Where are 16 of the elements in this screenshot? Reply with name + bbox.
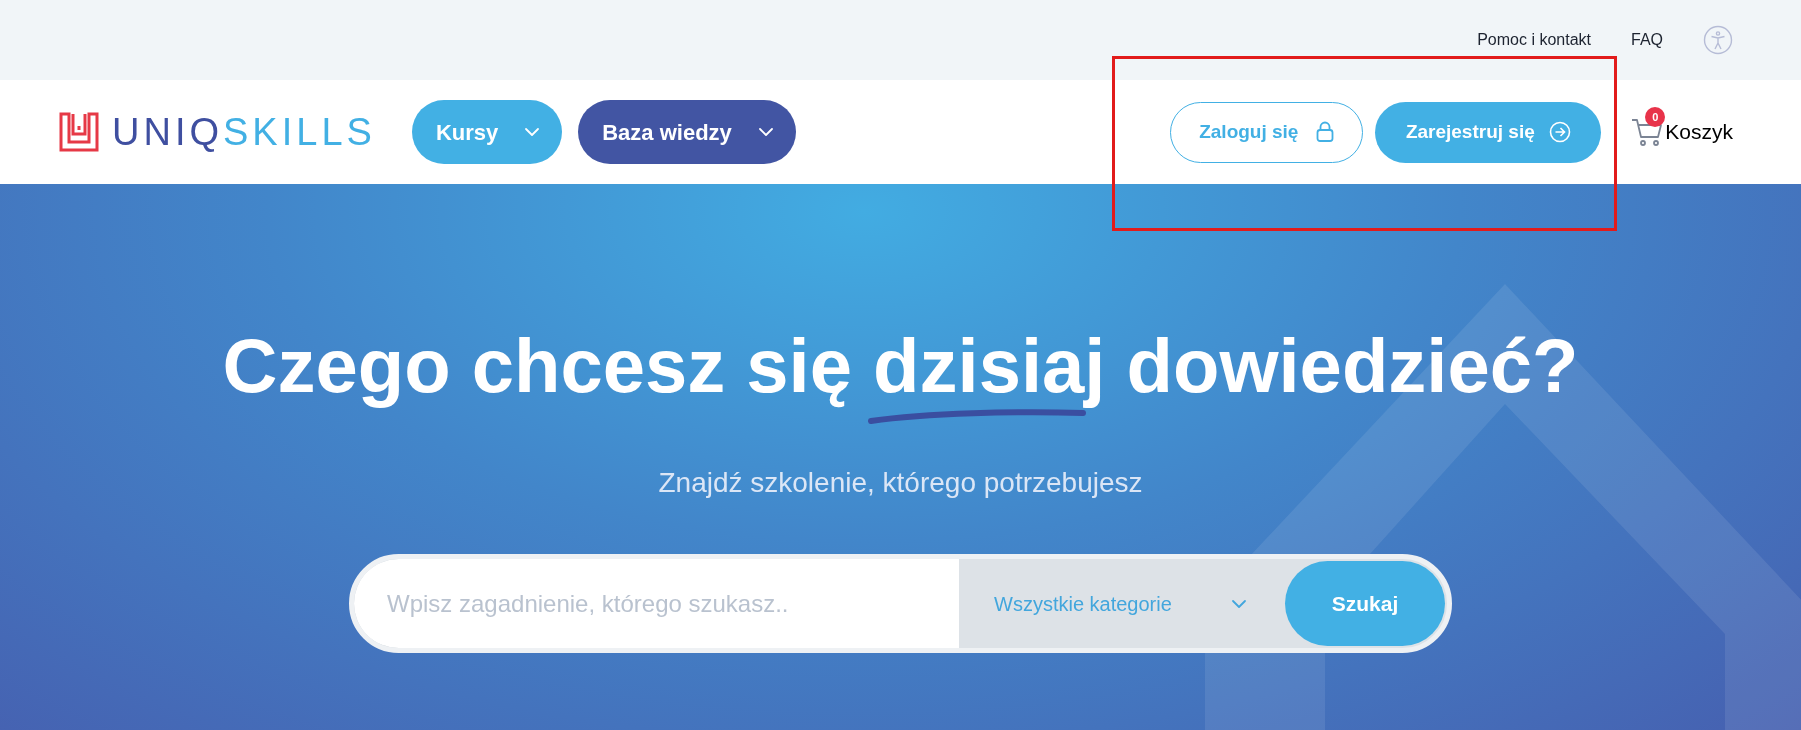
lock-icon <box>1316 121 1335 143</box>
top-link[interactable]: Pomoc i kontakt <box>1477 28 1591 52</box>
chevron-down-icon <box>524 127 541 137</box>
cart-label[interactable]: Koszyk <box>1665 116 1733 148</box>
top-link[interactable]: FAQ <box>1631 28 1663 52</box>
chevron-down-icon <box>757 127 774 137</box>
underline-squiggle-icon <box>867 407 1088 427</box>
logo[interactable]: UNIQSKILLS <box>59 112 376 152</box>
search-field[interactable]: Wpisz zagadnienie, którego szukasz.. <box>354 559 959 648</box>
chevron-down-icon <box>1231 598 1247 609</box>
cart-count-badge: 0 <box>1645 107 1666 127</box>
logo-mark-icon <box>59 112 99 152</box>
arrow-right-circle-icon <box>1548 121 1571 143</box>
hero-subtitle: Znajdź szkolenie, którego potrzebujesz <box>658 466 1143 500</box>
logo-text: UNIQSKILLS <box>112 113 376 151</box>
nav-dropdown-button[interactable]: Baza wiedzy <box>578 100 796 164</box>
